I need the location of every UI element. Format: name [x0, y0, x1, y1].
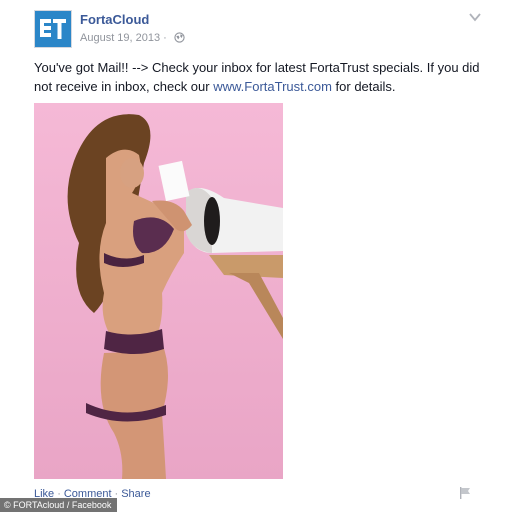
- post-photo-image: [34, 103, 283, 479]
- share-link[interactable]: Share: [121, 488, 150, 500]
- flag-icon[interactable]: [458, 486, 472, 500]
- post-message: You've got Mail!! --> Check your inbox f…: [34, 58, 486, 96]
- chevron-down-icon[interactable]: [468, 10, 482, 24]
- page-name[interactable]: FortaCloud: [80, 12, 149, 27]
- post-message-text-end: for details.: [331, 79, 396, 94]
- post-date[interactable]: August 19, 2013 ·: [80, 32, 167, 44]
- image-credit: © FORTAcloud / Facebook: [0, 498, 118, 512]
- fortatrust-link[interactable]: www.FortaTrust.com: [213, 79, 332, 94]
- page-avatar[interactable]: [34, 10, 72, 48]
- globe-icon: [174, 32, 185, 43]
- post-photo[interactable]: [34, 103, 283, 479]
- facebook-post: FortaCloud August 19, 2013 · You've got …: [0, 0, 512, 512]
- fortacloud-logo-icon: [35, 11, 71, 47]
